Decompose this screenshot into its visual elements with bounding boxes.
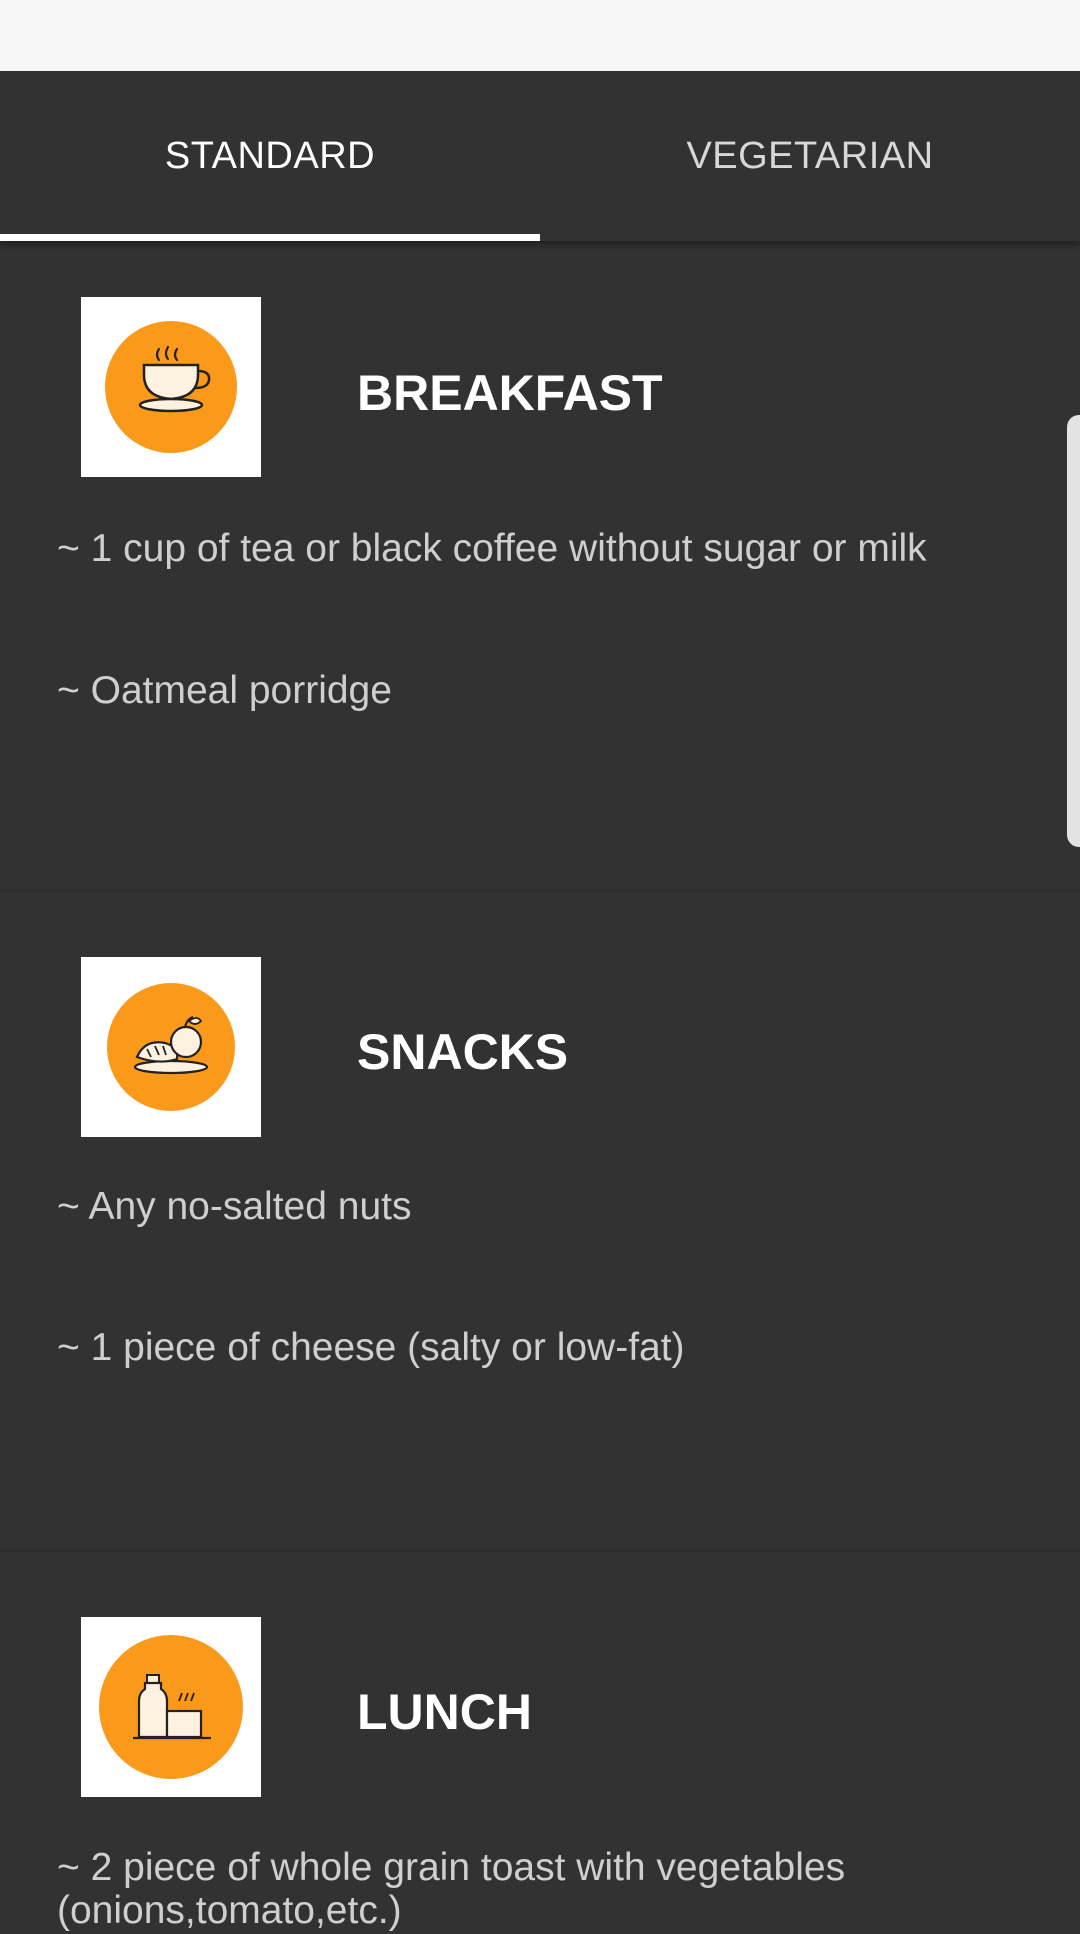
meal-item: (onions,tomato,etc.)	[57, 1889, 402, 1932]
meal-item: ~ 1 piece of cheese (salty or low-fat)	[57, 1326, 685, 1369]
tab-bar: STANDARD VEGETARIAN	[0, 71, 1080, 241]
meal-card-snacks: SNACKS ~ Any no-salted nuts ~ 1 piece of…	[0, 894, 1080, 1552]
tab-vegetarian[interactable]: VEGETARIAN	[540, 71, 1080, 241]
tab-standard[interactable]: STANDARD	[0, 71, 540, 241]
meal-title-snacks: SNACKS	[357, 1024, 569, 1080]
meal-card-breakfast: BREAKFAST ~ 1 cup of tea or black coffee…	[0, 241, 1080, 891]
meal-item: ~ Oatmeal porridge	[57, 669, 392, 712]
meal-title-breakfast: BREAKFAST	[357, 365, 663, 421]
meal-item: ~ 2 piece of whole grain toast with vege…	[57, 1846, 846, 1889]
scrollbar-thumb[interactable]	[1067, 415, 1080, 847]
lunch-bottle-bread-icon	[81, 1617, 261, 1797]
meal-card-lunch: LUNCH ~ 2 piece of whole grain toast wit…	[0, 1554, 1080, 1932]
meal-item: ~ 1 cup of tea or black coffee without s…	[57, 527, 927, 570]
status-bar	[0, 0, 1080, 71]
meal-title-lunch: LUNCH	[357, 1684, 532, 1740]
coffee-cup-icon	[81, 297, 261, 477]
tab-selected-indicator	[0, 234, 540, 241]
meal-item: ~ Any no-salted nuts	[57, 1185, 412, 1228]
snack-food-icon	[81, 957, 261, 1137]
